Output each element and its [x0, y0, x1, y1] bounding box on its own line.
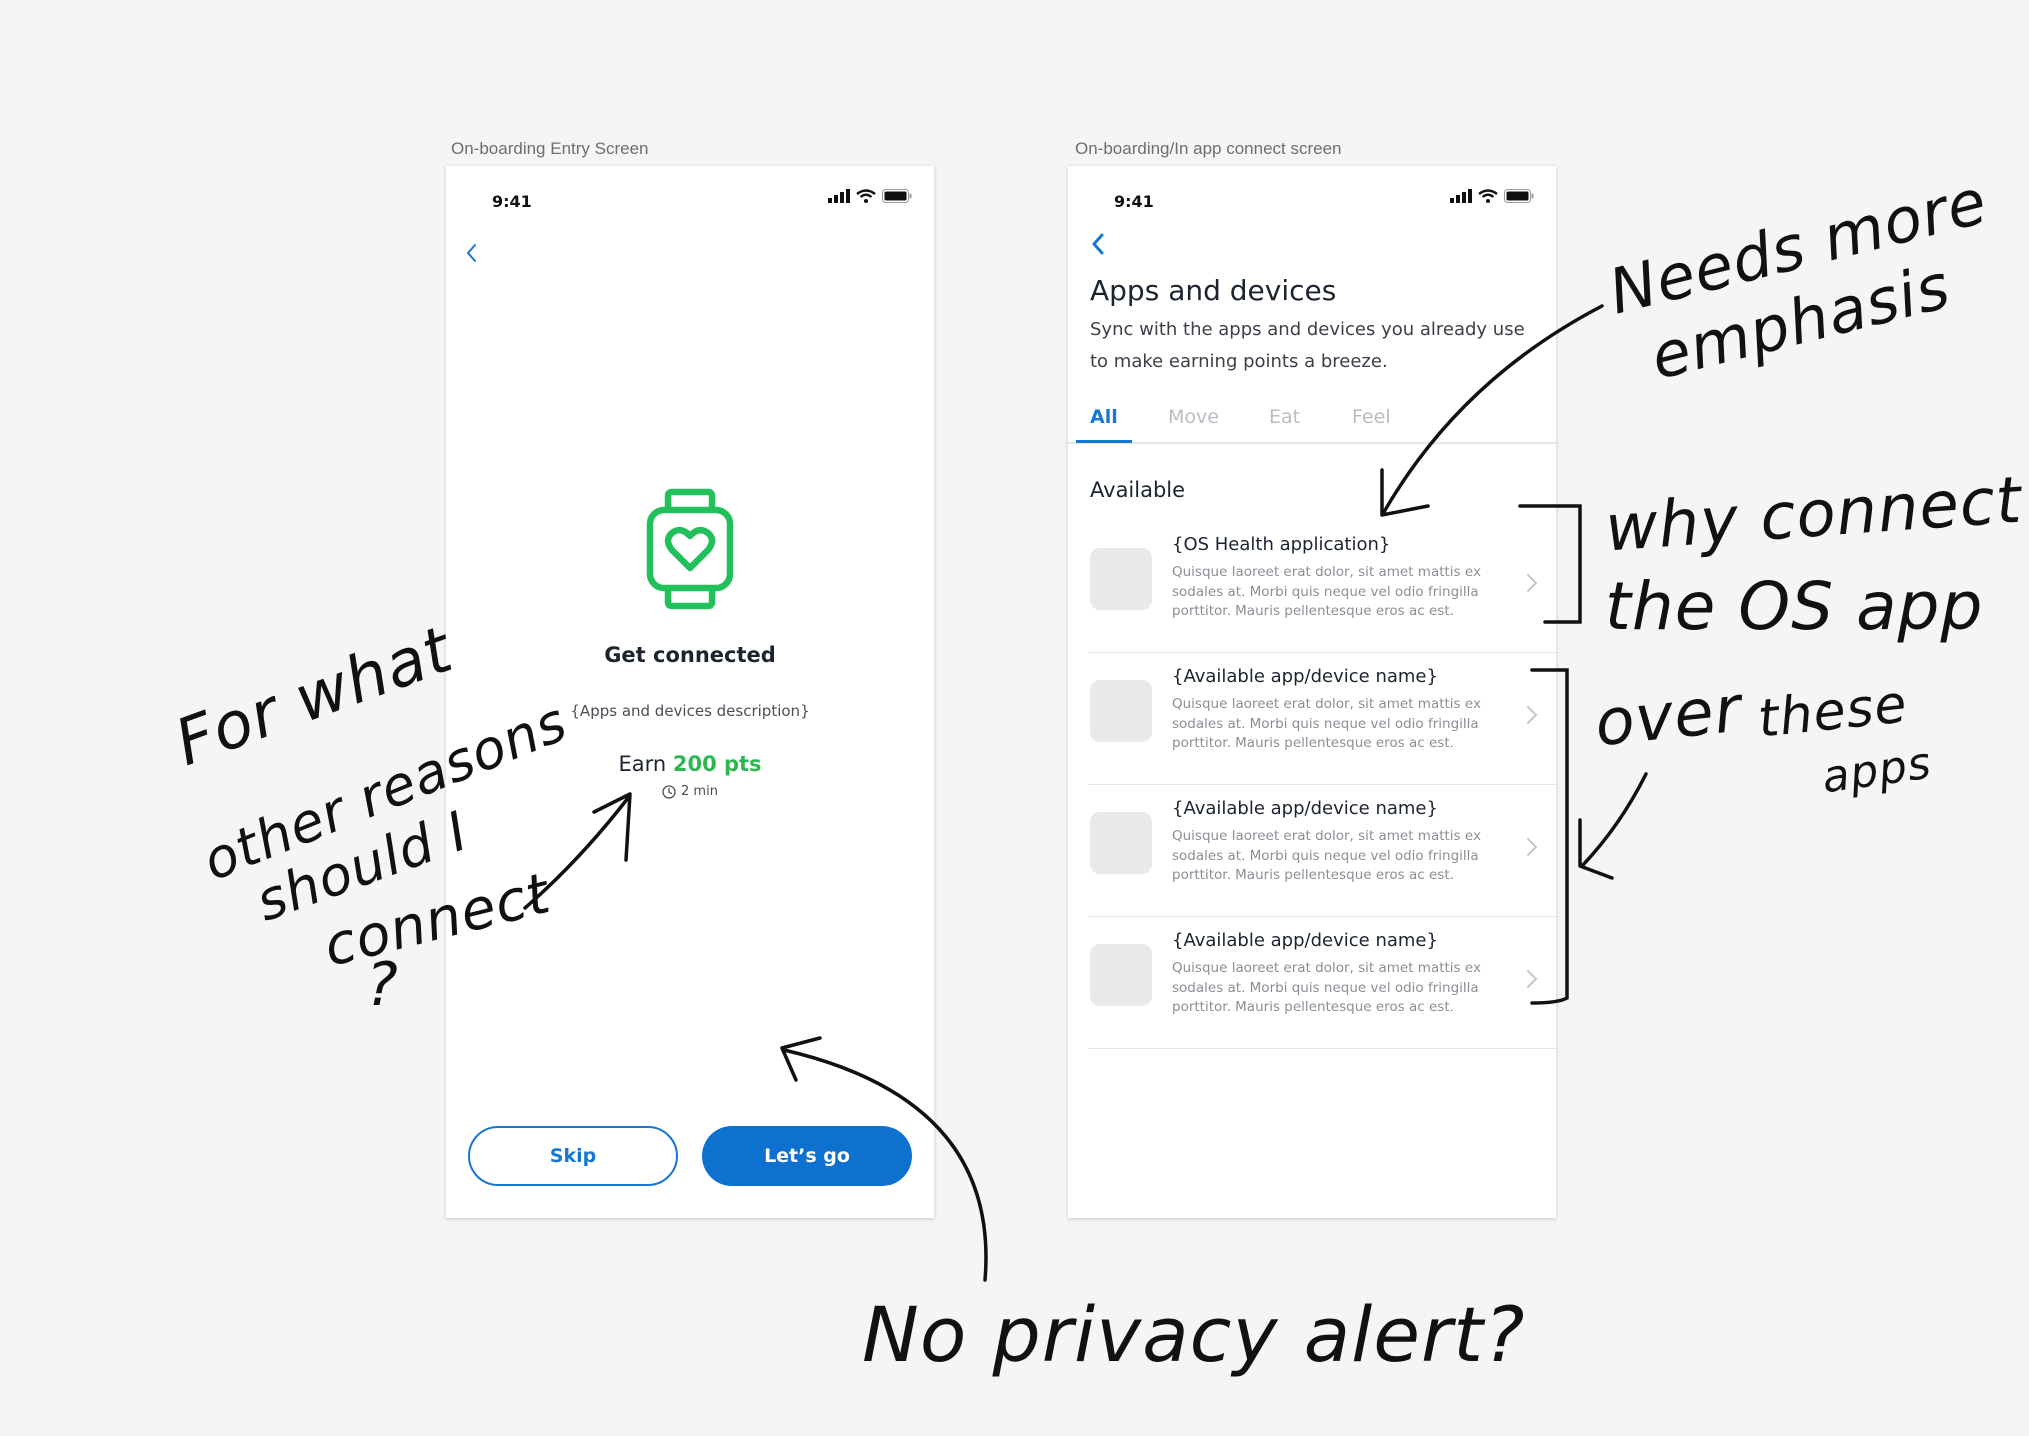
signal-icon [1450, 189, 1472, 203]
battery-icon [882, 189, 912, 203]
status-icons [828, 189, 912, 203]
section-title-available: Available [1090, 478, 1186, 502]
earn-prefix: Earn [618, 752, 667, 776]
app-description: Quisque laoreet erat dolor, sit amet mat… [1172, 828, 1481, 883]
list-item-os-health[interactable]: {OS Health application} Quisque laoreet … [1088, 520, 1556, 653]
list-item-app[interactable]: {Available app/device name} Quisque laor… [1088, 916, 1556, 1049]
chevron-right-icon [1527, 838, 1538, 856]
app-name: {Available app/device name} [1172, 930, 1438, 951]
annotation-reasons-line5: ? [366, 950, 399, 1020]
app-name: {OS Health application} [1172, 534, 1391, 555]
app-thumbnail [1090, 944, 1152, 1006]
wifi-icon [856, 189, 876, 203]
back-chevron-icon[interactable] [464, 242, 478, 264]
annotation-privacy: No privacy alert? [862, 1290, 1526, 1379]
app-thumbnail [1090, 680, 1152, 742]
app-description: Quisque laoreet erat dolor, sit amet mat… [1172, 696, 1481, 751]
app-description: Quisque laoreet erat dolor, sit amet mat… [1172, 564, 1481, 619]
signal-icon [828, 189, 850, 203]
tab-eat[interactable]: Eat [1269, 406, 1300, 428]
category-tabs: All Move Eat Feel [1068, 406, 1556, 444]
connect-screen: 9:41 Apps and devices Sync with the apps… [1068, 166, 1556, 1218]
chevron-right-icon [1527, 574, 1538, 592]
annotation-why-line2: the OS app [1605, 568, 1984, 645]
connect-frame-label: On-boarding/In app connect screen [1075, 139, 1342, 158]
skip-button[interactable]: Skip [468, 1126, 678, 1186]
app-name: {Available app/device name} [1172, 798, 1438, 819]
entry-frame-label: On-boarding Entry Screen [451, 139, 649, 158]
lets-go-button[interactable]: Let’s go [702, 1126, 912, 1186]
page-title: Apps and devices [1090, 274, 1337, 307]
clock-icon [662, 784, 676, 799]
wifi-icon [1478, 189, 1498, 203]
duration-row: 2 min [446, 784, 934, 799]
get-connected-title: Get connected [604, 643, 776, 667]
duration-text: 2 min [681, 784, 718, 799]
back-chevron-icon[interactable] [1090, 232, 1106, 256]
tab-feel[interactable]: Feel [1352, 406, 1391, 428]
status-time: 9:41 [492, 192, 532, 211]
active-tab-indicator [1076, 440, 1132, 443]
earn-points-value: 200 pts [672, 752, 762, 776]
list-item-app[interactable]: {Available app/device name} Quisque laor… [1088, 784, 1556, 917]
battery-icon [1504, 189, 1534, 203]
arrowhead-other-apps [1578, 818, 1614, 880]
status-time: 9:41 [1114, 192, 1154, 211]
annotation-why-line5: apps [1818, 737, 1935, 804]
arrow-to-other-apps [1580, 772, 1648, 868]
page-subtitle: Sync with the apps and devices you alrea… [1090, 319, 1525, 372]
app-description: Quisque laoreet erat dolor, sit amet mat… [1172, 960, 1481, 1015]
app-name: {Available app/device name} [1172, 666, 1438, 687]
entry-screen: 9:41 Get connected {Apps and devices des… [446, 166, 934, 1218]
status-icons [1450, 189, 1534, 203]
smartwatch-heart-icon [646, 488, 734, 610]
app-thumbnail [1090, 812, 1152, 874]
app-thumbnail [1090, 548, 1152, 610]
tab-move[interactable]: Move [1168, 406, 1219, 428]
chevron-right-icon [1527, 970, 1538, 988]
annotation-why-line4: these [1755, 674, 1911, 750]
tab-all[interactable]: All [1090, 406, 1118, 428]
list-item-app[interactable]: {Available app/device name} Quisque laor… [1088, 652, 1556, 785]
annotation-why-line1: why connect [1602, 463, 2025, 567]
annotation-why-line3: over [1591, 672, 1746, 762]
chevron-right-icon [1527, 706, 1538, 724]
